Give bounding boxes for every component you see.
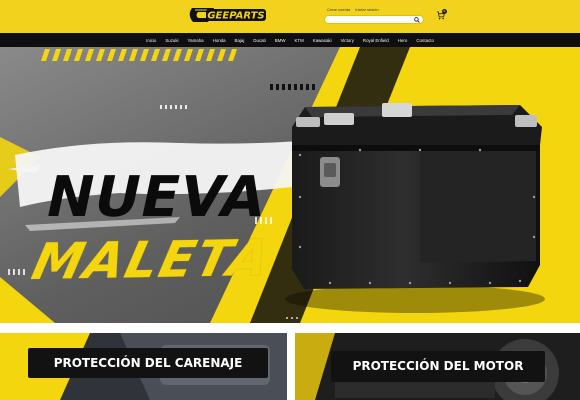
slider-pagination[interactable] xyxy=(286,317,298,319)
nav-item-hero[interactable]: Hero xyxy=(398,38,408,43)
nav-item-royal-enfield[interactable]: Royal Enfield xyxy=(363,38,389,43)
category-card-motor[interactable]: PROTECCIÓN DEL MOTOR xyxy=(295,333,580,400)
cart-count-badge: 0 xyxy=(442,9,447,14)
category-label-carenaje: PROTECCIÓN DEL CARENAJE xyxy=(28,348,268,378)
account-links: Crear cuenta Iniciar sesión xyxy=(327,7,383,12)
main-nav: Inicio Suzuki Yamaha Honda Bajaj Ducati … xyxy=(0,33,580,47)
top-case-image xyxy=(285,103,545,313)
nav-item-bmw[interactable]: BMW xyxy=(275,38,286,43)
hero-title-line-1: NUEVA xyxy=(40,165,273,230)
hero-title-line-2: MALETA xyxy=(26,228,277,292)
nav-item-yamaha[interactable]: Yamaha xyxy=(188,38,204,43)
category-card-carenaje[interactable]: PROTECCIÓN DEL CARENAJE xyxy=(0,333,287,400)
hero-banner[interactable]: NUEVA MALETA xyxy=(0,47,580,323)
create-account-link[interactable]: Crear cuenta xyxy=(327,7,350,12)
site-header: GEEPARTS Crear cuenta Iniciar sesión 0 xyxy=(0,0,580,33)
nav-item-contacto[interactable]: Contacto xyxy=(416,38,434,43)
slider-dot[interactable] xyxy=(296,317,298,319)
nav-item-ducati[interactable]: Ducati xyxy=(253,38,265,43)
section-divider xyxy=(0,323,580,333)
slider-dot[interactable] xyxy=(291,317,293,319)
search-box xyxy=(324,15,424,24)
brand-logo[interactable]: GEEPARTS xyxy=(186,4,270,26)
nav-item-honda[interactable]: Honda xyxy=(213,38,226,43)
category-label-motor: PROTECCIÓN DEL MOTOR xyxy=(331,351,545,382)
nav-item-inicio[interactable]: Inicio xyxy=(146,38,156,43)
nav-item-kawasaki[interactable]: Kawasaki xyxy=(313,38,332,43)
login-link[interactable]: Iniciar sesión xyxy=(355,7,378,12)
nav-item-bajaj[interactable]: Bajaj xyxy=(235,38,245,43)
search-icon[interactable] xyxy=(414,17,420,23)
search-input[interactable] xyxy=(329,17,409,23)
nav-item-suzuki[interactable]: Suzuki xyxy=(165,38,178,43)
slider-dot[interactable] xyxy=(286,317,288,319)
nav-item-victory[interactable]: Victory xyxy=(341,38,354,43)
brand-logo-text: GEEPARTS xyxy=(207,11,264,22)
nav-item-ktm[interactable]: KTM xyxy=(294,38,303,43)
